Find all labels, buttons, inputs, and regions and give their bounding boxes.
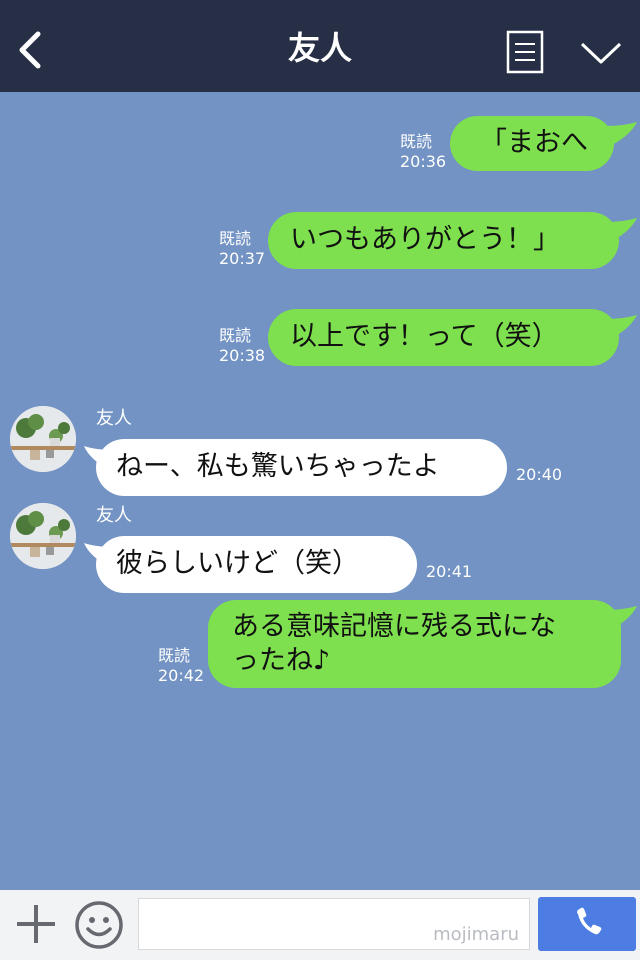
message-time: 20:40 bbox=[516, 465, 563, 484]
call-button[interactable] bbox=[538, 897, 636, 951]
bubble-tail bbox=[606, 218, 637, 242]
read-receipt: 既読 bbox=[219, 326, 252, 345]
message-time: 20:36 bbox=[400, 152, 447, 171]
chat-header: 友人 bbox=[0, 0, 640, 92]
message-input[interactable]: mojimaru bbox=[138, 898, 530, 950]
watermark: mojimaru bbox=[433, 924, 519, 945]
bubble-tail bbox=[606, 315, 637, 339]
message-bubble-incoming[interactable]: 彼らしいけど（笑） bbox=[96, 536, 417, 593]
avatar[interactable] bbox=[10, 503, 76, 569]
message-bubble-incoming[interactable]: ねー、私も驚いちゃったよ bbox=[96, 439, 507, 496]
sender-name: 友人 bbox=[96, 505, 132, 526]
message-bubble-outgoing[interactable]: いつもありがとう！」 bbox=[268, 212, 619, 269]
phone-icon bbox=[577, 907, 602, 935]
read-receipt: 既読 bbox=[400, 132, 433, 151]
read-receipt: 既読 bbox=[219, 229, 252, 248]
message-meta: 既読 20:38 bbox=[219, 326, 265, 366]
message-time: 20:41 bbox=[426, 562, 473, 581]
message-meta: 既読 20:42 bbox=[158, 646, 204, 686]
message-meta: 既読 20:37 bbox=[219, 229, 265, 269]
message-bubble-outgoing[interactable]: 以上です！って（笑） bbox=[268, 309, 619, 366]
message-text-line: ったね♪ bbox=[232, 645, 331, 676]
message-list[interactable]: 既読 20:36 「まおへ 既読 20:37 いつもありがとう！」 既読 20:… bbox=[0, 92, 640, 890]
read-receipt: 既読 bbox=[158, 646, 191, 665]
avatar[interactable] bbox=[10, 406, 76, 472]
message-meta: 既読 20:36 bbox=[400, 132, 446, 172]
plant-avatar-icon bbox=[10, 406, 76, 472]
plus-icon[interactable] bbox=[14, 902, 58, 946]
chevron-down-icon[interactable] bbox=[578, 38, 624, 68]
message-bubble-outgoing[interactable]: ある意味記憶に残る式にな ったね♪ bbox=[208, 600, 621, 688]
message-text-line: ある意味記憶に残る式にな bbox=[232, 611, 556, 642]
notes-icon[interactable] bbox=[506, 30, 544, 74]
bubble-tail bbox=[606, 606, 637, 630]
bubble-tail bbox=[606, 122, 637, 146]
message-time: 20:42 bbox=[158, 666, 205, 685]
emoji-icon[interactable] bbox=[74, 900, 124, 950]
message-time: 20:38 bbox=[219, 346, 266, 365]
sender-name: 友人 bbox=[96, 408, 132, 429]
message-time: 20:37 bbox=[219, 249, 266, 268]
page-title: 友人 bbox=[287, 29, 352, 67]
message-bubble-outgoing[interactable]: 「まおへ bbox=[450, 116, 614, 171]
plant-avatar-icon bbox=[10, 503, 76, 569]
